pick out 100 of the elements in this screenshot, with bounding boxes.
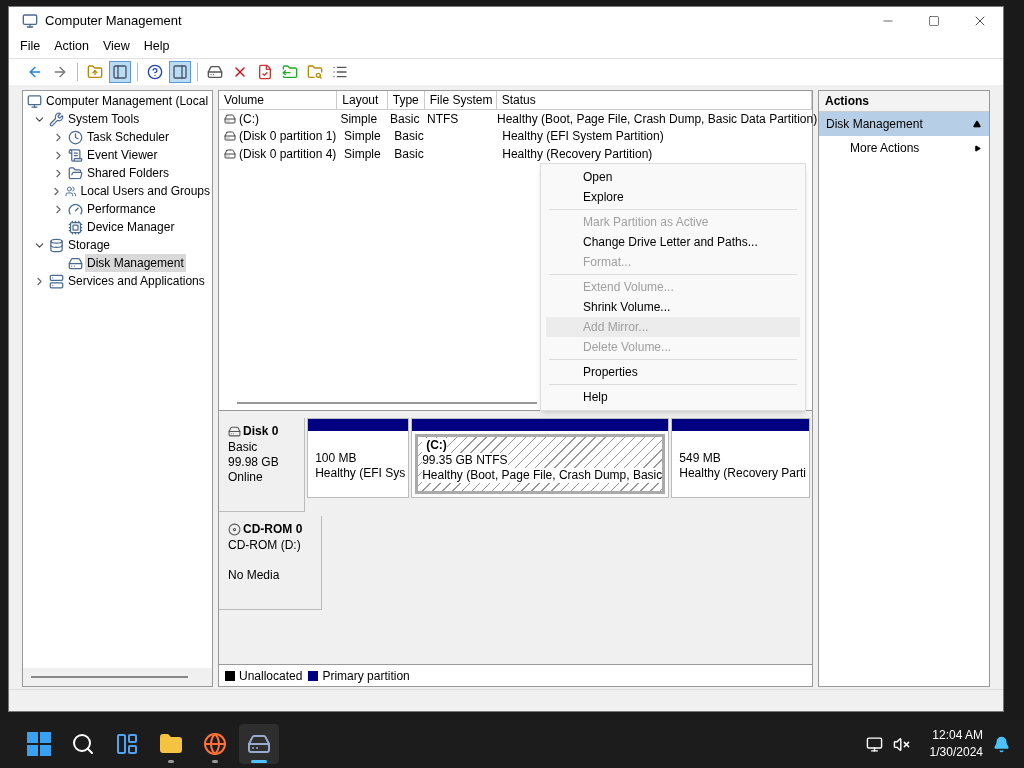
forward-icon <box>52 64 68 80</box>
partition-block[interactable]: 100 MB Healthy (EFI Sys <box>307 418 410 498</box>
tree-item[interactable]: Device Manager <box>85 218 177 236</box>
tree-item[interactable]: Storage <box>66 236 113 254</box>
widgets-icon <box>115 732 139 756</box>
table-cell-text: (C:) <box>239 110 259 128</box>
start-logo-icon <box>27 732 51 756</box>
clock-date[interactable]: 1/30/2024 <box>929 744 983 761</box>
back-icon <box>27 64 43 80</box>
window-title: Computer Management <box>45 12 182 31</box>
table-cell-text: Healthy (Boot, Page File, Crash Dump, Basic Data Partition) <box>497 110 818 128</box>
taskbar-app-button[interactable] <box>239 724 279 764</box>
browser-icon <box>203 732 227 756</box>
partition-status: Healthy (Boot, Page File, Crash Dump, Basic <box>422 468 663 483</box>
running-indicator <box>251 760 267 763</box>
action-link[interactable]: More Actions <box>819 136 989 160</box>
context-menu-item[interactable]: Shrink Volume... <box>546 297 800 317</box>
perf-icon <box>68 201 83 217</box>
partition-block[interactable]: 549 MB Healthy (Recovery Parti <box>671 418 810 498</box>
submenu-arrow-icon <box>974 143 981 153</box>
app-icon <box>22 13 38 29</box>
computer-icon <box>27 93 42 109</box>
column-header[interactable]: File System <box>424 91 497 109</box>
column-header[interactable]: Status <box>496 91 812 109</box>
table-cell-text: Basic <box>394 145 424 163</box>
table-cell-text: (Disk 0 partition 1) <box>239 128 337 146</box>
menu-item[interactable]: Help <box>136 37 177 56</box>
tree-item[interactable]: Disk Management <box>85 254 186 272</box>
check-icon <box>257 64 273 80</box>
context-menu-item[interactable]: Properties <box>546 362 800 382</box>
tools-icon <box>49 111 64 127</box>
disk-detail: Online <box>228 470 264 485</box>
table-cell-text: Simple <box>340 110 378 128</box>
context-menu-item[interactable]: Open <box>546 167 800 187</box>
disk-detail: CD-ROM (D:) <box>228 538 302 553</box>
actionpane-button[interactable] <box>169 61 191 83</box>
cd-drive-icon <box>228 522 241 536</box>
legend-label: Unallocated <box>239 667 303 685</box>
tree-item[interactable]: Performance <box>85 200 158 218</box>
tree-item[interactable]: Task Scheduler <box>85 128 172 146</box>
table-cell-text: (Disk 0 partition 4) <box>239 145 337 163</box>
context-menu-item[interactable]: Explore <box>546 187 800 207</box>
clock-icon <box>68 129 83 145</box>
horizontal-scrollbar[interactable] <box>237 402 537 404</box>
disk-detail: No Media <box>228 568 281 583</box>
disk-detail: Basic <box>228 440 259 455</box>
search-icon <box>71 732 95 756</box>
actions-header: Actions <box>819 91 989 112</box>
context-menu-item[interactable]: Change Drive Letter and Paths... <box>546 232 800 252</box>
notification-bell-icon[interactable] <box>993 735 1010 753</box>
menu-item[interactable]: Action <box>47 37 96 56</box>
clock-time[interactable]: 12:04 AM <box>932 727 983 744</box>
drive-icon <box>224 112 236 125</box>
disk-name: CD-ROM 0 <box>243 521 303 538</box>
folder-icon <box>159 732 183 756</box>
tree-item[interactable]: Computer Management (Local <box>44 92 211 110</box>
disk-name: Disk 0 <box>243 423 279 440</box>
menu-item[interactable]: View <box>95 37 137 56</box>
actions-section-header[interactable]: Disk Management <box>819 112 989 136</box>
column-header[interactable]: Type <box>387 91 425 109</box>
running-indicator <box>212 760 218 763</box>
tree-button[interactable] <box>109 61 131 83</box>
network-icon[interactable] <box>865 735 883 753</box>
table-cell-text: Healthy (EFI System Partition) <box>502 128 664 146</box>
tree-item[interactable]: Services and Applications <box>66 272 207 290</box>
disk-detail: 99.98 GB <box>228 455 280 470</box>
legend-label: Primary partition <box>322 667 410 685</box>
drive-icon <box>228 424 241 438</box>
partition-status: Healthy (Recovery Parti <box>679 466 806 481</box>
menu-item[interactable]: File <box>13 37 48 56</box>
running-indicator <box>168 760 174 763</box>
drive-icon <box>224 147 236 160</box>
folder-icon <box>68 165 83 181</box>
muted-speaker-icon[interactable] <box>892 735 910 753</box>
tree-item[interactable]: Shared Folders <box>85 164 172 182</box>
table-cell-text: Healthy (Recovery Partition) <box>502 145 653 163</box>
disk-info-panel[interactable]: Disk 0 Basic 99.98 GB Online <box>219 418 306 512</box>
table-cell-text: Simple <box>344 128 381 146</box>
help-icon <box>147 64 163 80</box>
tree-item[interactable]: System Tools <box>66 110 142 128</box>
table-cell-text: Basic <box>394 128 424 146</box>
drive-icon <box>224 130 236 143</box>
event-icon <box>68 147 83 163</box>
tree-item[interactable]: Local Users and Groups <box>78 182 212 200</box>
disk-info-panel[interactable]: CD-ROM 0 CD-ROM (D:) No Media <box>219 516 322 610</box>
partition-block[interactable]: (C:) 99.35 GB NTFS Healthy (Boot, Page File, Crash Dump, Basic <box>411 418 670 498</box>
up-icon <box>87 64 103 80</box>
tree-item[interactable]: Event Viewer <box>85 146 160 164</box>
column-header[interactable]: Layout <box>337 91 388 109</box>
context-menu-item[interactable]: Help <box>546 387 800 407</box>
table-cell-text: Basic <box>390 110 420 128</box>
storage-icon <box>49 237 64 253</box>
partition-status: Healthy (EFI Sys <box>315 466 406 481</box>
column-header[interactable]: Volume <box>219 91 338 109</box>
export-icon <box>282 64 298 80</box>
table-cell-text: Simple <box>344 145 381 163</box>
find-icon <box>307 64 323 80</box>
horizontal-scrollbar[interactable] <box>31 676 188 678</box>
list-icon <box>332 64 348 80</box>
table-cell-text: NTFS <box>427 110 459 128</box>
